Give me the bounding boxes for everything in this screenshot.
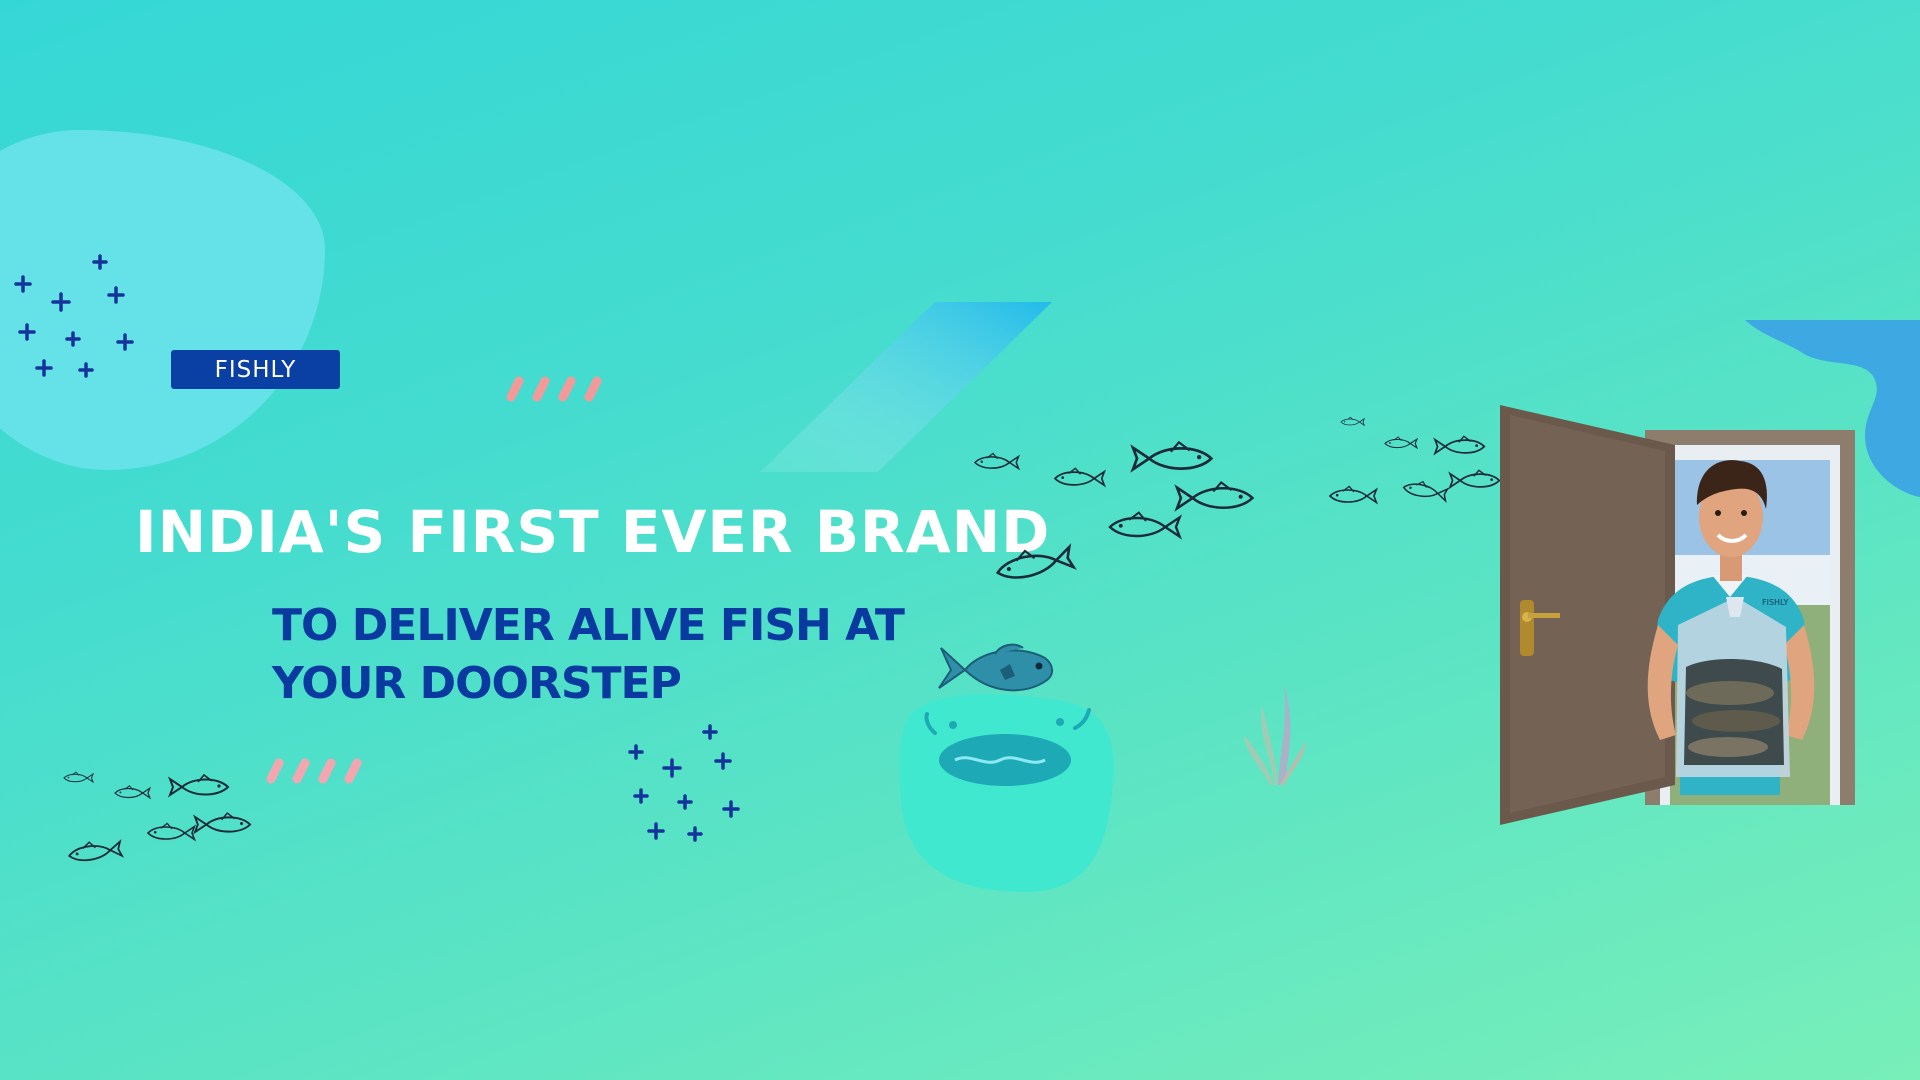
shirt-logo-text: FISHLY <box>1762 598 1788 607</box>
sub-headline-line-2: YOUR DOORSTEP <box>272 658 682 709</box>
accent-dashes-bottom-icon <box>266 758 362 784</box>
seaweed-icon <box>1244 685 1306 785</box>
plus-pattern-bottom-icon <box>628 724 740 842</box>
jumping-fish-icon <box>938 643 1053 692</box>
sub-headline-line-1: TO DELIVER ALIVE FISH AT <box>272 600 905 651</box>
open-door-illustration: FISHLY <box>1500 405 1855 825</box>
fish-school-small-icon <box>63 771 252 864</box>
accent-dashes-icon <box>506 376 602 402</box>
main-headline: INDIA'S FIRST EVER BRAND <box>135 498 1051 566</box>
hero-banner: FISHLY INDIA'S FIRST EVER BRAND TO DELIV… <box>0 0 1920 1080</box>
brand-badge: FISHLY <box>171 350 340 389</box>
fish-school-icon <box>974 416 1501 585</box>
sub-headline: TO DELIVER ALIVE FISH AT YOUR DOORSTEP <box>272 597 905 713</box>
plus-pattern-icon <box>14 254 134 378</box>
